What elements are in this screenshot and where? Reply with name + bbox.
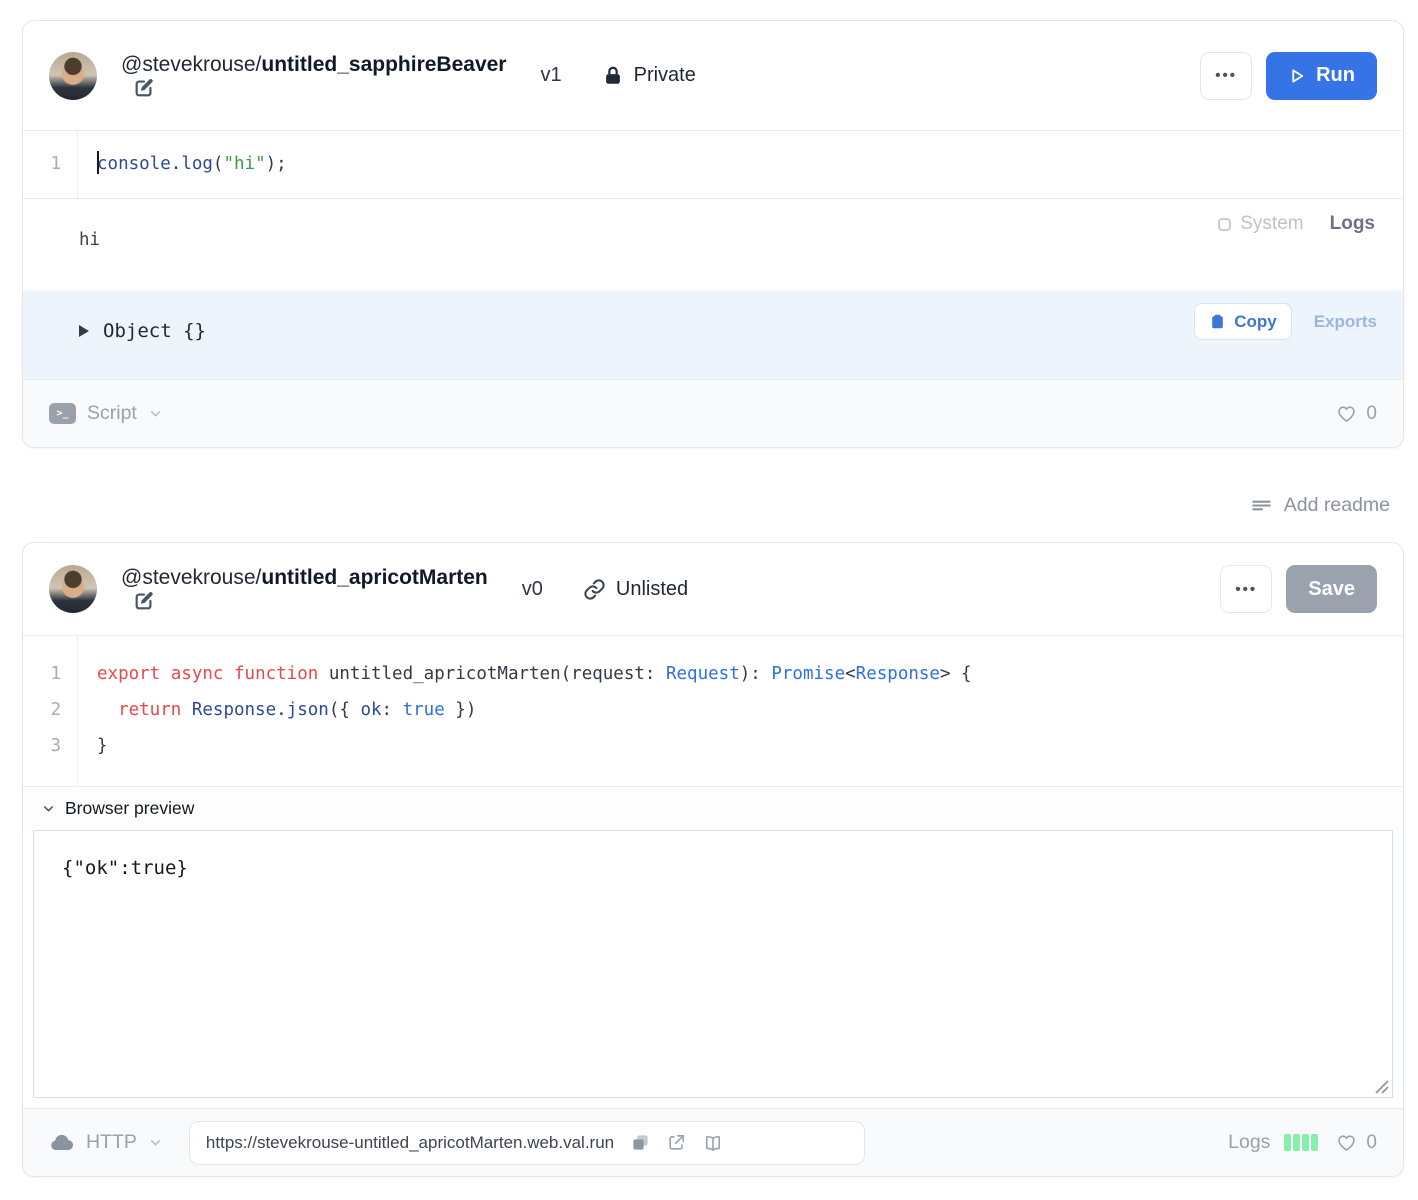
edit-pencil-icon[interactable] (133, 590, 155, 612)
val-type-select[interactable]: >_ Script (49, 402, 163, 425)
readme-lines-icon (1250, 494, 1273, 517)
system-icon (1218, 218, 1231, 231)
chevron-down-icon (148, 1135, 163, 1150)
exports-label[interactable]: Exports (1314, 312, 1377, 332)
export-value: Object {} (103, 320, 206, 342)
val-footer: >_ Script 0 (23, 379, 1403, 447)
terminal-icon: >_ (49, 403, 76, 424)
code-editor[interactable]: 1export async function untitled_apricotM… (23, 635, 1403, 786)
code-line[interactable]: 1console.log("hi"); (23, 146, 1403, 182)
code-line[interactable]: 3} (23, 728, 1403, 764)
val-title[interactable]: @stevekrouse/untitled_apricotMarten (121, 566, 488, 612)
privacy-badge[interactable]: Unlisted (583, 578, 688, 601)
likes[interactable]: 0 (1336, 403, 1377, 425)
chevron-down-icon (41, 801, 56, 816)
val-type-select[interactable]: HTTP (49, 1130, 163, 1156)
browser-preview-body: {"ok":true} (23, 830, 1403, 1098)
heart-icon[interactable] (1336, 1132, 1357, 1153)
val-header: @stevekrouse/untitled_sapphireBeaver v1 … (23, 21, 1403, 130)
code-line[interactable]: 1export async function untitled_apricotM… (23, 656, 1403, 692)
line-number: 1 (23, 656, 77, 692)
privacy-badge[interactable]: Private (602, 64, 696, 87)
edit-pencil-icon[interactable] (133, 77, 155, 99)
link-icon (583, 578, 606, 601)
val-card-apricotMarten: @stevekrouse/untitled_apricotMarten v0 U… (22, 542, 1404, 1177)
line-number: 1 (23, 146, 77, 182)
endpoint-url[interactable]: https://stevekrouse-untitled_apricotMart… (206, 1133, 614, 1153)
browser-preview-label: Browser preview (65, 798, 194, 819)
docs-book-icon[interactable] (703, 1133, 723, 1153)
clipboard-icon (1209, 313, 1226, 330)
code-line[interactable]: 2 return Response.json({ ok: true }) (23, 692, 1403, 728)
val-owner[interactable]: @stevekrouse/ (121, 53, 261, 76)
val-type-label: Script (87, 402, 137, 425)
add-readme-label: Add readme (1284, 494, 1390, 517)
line-number: 3 (23, 728, 77, 764)
likes-count: 0 (1366, 1132, 1377, 1154)
logs-link[interactable]: Logs (1228, 1131, 1270, 1154)
val-title[interactable]: @stevekrouse/untitled_sapphireBeaver (121, 53, 506, 99)
copy-button[interactable]: Copy (1194, 303, 1292, 340)
preview-response-text: {"ok":true} (62, 857, 188, 879)
version-badge[interactable]: v0 (522, 578, 543, 601)
endpoint-url-bar: https://stevekrouse-untitled_apricotMart… (189, 1121, 865, 1165)
exports-section: Object {} Copy Exports (23, 291, 1403, 379)
val-owner[interactable]: @stevekrouse/ (121, 566, 261, 589)
export-object-row[interactable]: Object {} (79, 320, 206, 342)
log-output: hi (79, 230, 100, 250)
privacy-label: Unlisted (616, 578, 688, 601)
logs-section: System Logs hi (23, 198, 1403, 291)
logs-activity-meter (1284, 1134, 1318, 1151)
more-options-button[interactable]: ••• (1200, 52, 1252, 100)
avatar[interactable] (49, 52, 97, 100)
line-number: 2 (23, 692, 77, 728)
code-editor[interactable]: 1console.log("hi"); (23, 130, 1403, 198)
heart-icon[interactable] (1336, 403, 1357, 424)
system-tab[interactable]: System (1218, 213, 1303, 235)
val-name[interactable]: untitled_apricotMarten (261, 566, 487, 589)
lock-icon (602, 65, 624, 87)
likes[interactable]: 0 (1336, 1132, 1377, 1154)
browser-preview-frame: {"ok":true} (33, 830, 1393, 1098)
disclosure-triangle-icon (79, 325, 89, 337)
cloud-icon (49, 1130, 75, 1156)
val-footer: HTTP https://stevekrouse-untitled_aprico… (23, 1108, 1403, 1176)
version-badge[interactable]: v1 (540, 64, 561, 87)
val-type-label: HTTP (86, 1131, 137, 1154)
chevron-down-icon (148, 406, 163, 421)
browser-preview-toggle[interactable]: Browser preview (23, 786, 1403, 830)
resize-handle[interactable] (1374, 1079, 1390, 1095)
play-icon (1288, 67, 1306, 85)
open-external-icon[interactable] (667, 1133, 686, 1152)
avatar[interactable] (49, 565, 97, 613)
likes-count: 0 (1366, 403, 1377, 425)
save-button[interactable]: Save (1286, 565, 1377, 613)
copy-url-icon[interactable] (631, 1133, 650, 1152)
add-readme-button[interactable]: Add readme (0, 492, 1390, 518)
privacy-label: Private (634, 64, 696, 87)
logs-tab[interactable]: Logs (1330, 213, 1375, 235)
run-button[interactable]: Run (1266, 52, 1377, 100)
val-header: @stevekrouse/untitled_apricotMarten v0 U… (23, 543, 1403, 635)
val-card-sapphireBeaver: @stevekrouse/untitled_sapphireBeaver v1 … (22, 20, 1404, 448)
val-name[interactable]: untitled_sapphireBeaver (261, 53, 506, 76)
more-options-button[interactable]: ••• (1220, 565, 1272, 613)
